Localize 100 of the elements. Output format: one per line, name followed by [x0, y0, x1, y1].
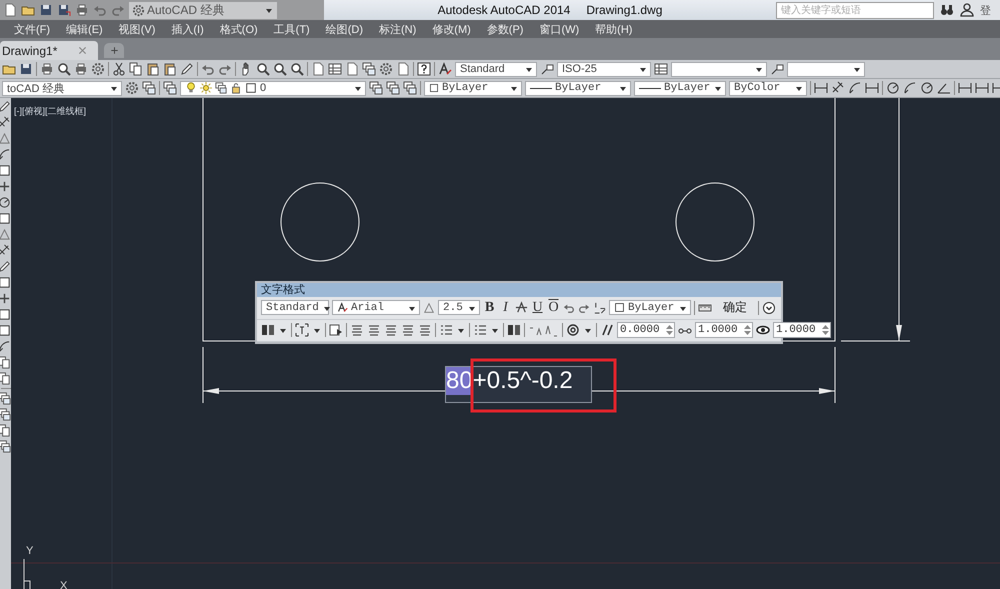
- menu-item[interactable]: 格式(O): [212, 22, 266, 36]
- workspace-dropdown[interactable]: AutoCAD 经典: [129, 2, 277, 18]
- paste-icon[interactable]: [146, 62, 160, 76]
- aligned-icon[interactable]: [0, 116, 11, 129]
- layers-icon[interactable]: [362, 62, 376, 76]
- tracking-field[interactable]: 1.0000: [695, 322, 753, 338]
- clipboard-icon[interactable]: [163, 62, 177, 76]
- menu-item[interactable]: 文件(F): [6, 22, 58, 36]
- workspace-dropdown[interactable]: toCAD 经典: [2, 80, 122, 96]
- login-link[interactable]: 登: [980, 2, 991, 18]
- layers-icon[interactable]: [386, 81, 400, 95]
- viewport-label[interactable]: [-][俯视][二维线框]: [14, 105, 86, 118]
- overline-button[interactable]: O: [547, 300, 560, 315]
- baseline-icon[interactable]: [975, 81, 989, 95]
- layers-icon[interactable]: [163, 81, 177, 95]
- aligned-icon[interactable]: [0, 244, 11, 257]
- redo-icon[interactable]: [218, 62, 232, 76]
- oblique-icon[interactable]: [600, 323, 614, 338]
- menu-item[interactable]: 标注(N): [371, 22, 424, 36]
- menu-item[interactable]: 视图(V): [110, 22, 164, 36]
- copy-icon[interactable]: [0, 372, 11, 385]
- multileader-style-dropdown[interactable]: [787, 62, 865, 76]
- oblique-angle-field[interactable]: 0.0000: [617, 322, 675, 338]
- subscript-icon[interactable]: [545, 323, 559, 338]
- copy-icon[interactable]: [0, 424, 11, 437]
- printer-icon[interactable]: [75, 3, 89, 17]
- color-dropdown[interactable]: ByLayer: [609, 300, 691, 316]
- layers-icon[interactable]: [142, 81, 156, 95]
- underline-button[interactable]: U: [531, 300, 544, 315]
- menu-item[interactable]: 工具(T): [266, 22, 318, 36]
- text-height-dropdown[interactable]: 2.5: [438, 300, 480, 316]
- linetype-dropdown[interactable]: ByLayer: [525, 80, 631, 96]
- color-dropdown[interactable]: ByLayer: [424, 80, 522, 96]
- table-style-icon[interactable]: [654, 62, 668, 76]
- strikethrough-icon[interactable]: [515, 301, 528, 314]
- align-icon[interactable]: [418, 323, 432, 338]
- undo-icon[interactable]: [201, 62, 215, 76]
- arc-icon[interactable]: [0, 148, 11, 161]
- radius-icon[interactable]: [886, 81, 900, 95]
- document-icon[interactable]: [311, 62, 325, 76]
- plus-icon[interactable]: [0, 180, 11, 193]
- align-icon[interactable]: [401, 323, 415, 338]
- columns-icon[interactable]: [261, 323, 275, 338]
- save-icon[interactable]: [39, 3, 53, 17]
- new-file-icon[interactable]: [3, 3, 17, 17]
- copy-icon[interactable]: [0, 356, 11, 369]
- menu-item[interactable]: 参数(P): [478, 22, 532, 36]
- arc-length-icon[interactable]: [848, 81, 862, 95]
- printer-icon[interactable]: [74, 62, 88, 76]
- cut-icon[interactable]: [112, 62, 126, 76]
- menu-item[interactable]: 修改(M): [424, 22, 479, 36]
- plot-style-dropdown[interactable]: ByColor: [729, 80, 807, 96]
- help-icon[interactable]: [417, 62, 431, 76]
- align-icon[interactable]: [367, 323, 381, 338]
- save-icon[interactable]: [19, 62, 33, 76]
- printer-icon[interactable]: [40, 62, 54, 76]
- line-spacing-icon[interactable]: [439, 323, 453, 338]
- style-dropdown[interactable]: Standard: [261, 300, 329, 316]
- text-box-icon[interactable]: [329, 323, 343, 338]
- options-icon[interactable]: [762, 300, 776, 315]
- undo-icon[interactable]: [563, 302, 575, 314]
- layers-icon[interactable]: [403, 81, 417, 95]
- plus-icon[interactable]: [0, 292, 11, 305]
- gear-icon[interactable]: [125, 81, 139, 95]
- multileader-style-icon[interactable]: [770, 62, 784, 76]
- menu-item[interactable]: 窗口(W): [531, 22, 588, 36]
- layers-icon[interactable]: [0, 408, 11, 421]
- save-as-icon[interactable]: [57, 3, 71, 17]
- text-style-dropdown[interactable]: Standard: [455, 62, 537, 76]
- menu-item[interactable]: 帮助(H): [587, 22, 640, 36]
- arc-icon[interactable]: [903, 81, 917, 95]
- document-icon[interactable]: [345, 62, 359, 76]
- table-icon[interactable]: [328, 62, 342, 76]
- align-icon[interactable]: [384, 323, 398, 338]
- copy-icon[interactable]: [129, 62, 143, 76]
- linear-dimension-icon[interactable]: [814, 81, 828, 95]
- aligned-dimension-icon[interactable]: [831, 81, 845, 95]
- linear-dimension-icon[interactable]: [958, 81, 972, 95]
- zoom-icon[interactable]: [273, 62, 287, 76]
- dimension-style-dropdown[interactable]: ISO-25: [557, 62, 651, 76]
- menu-item[interactable]: 插入(I): [163, 22, 212, 36]
- layers-icon[interactable]: [0, 392, 11, 405]
- frame-icon[interactable]: [295, 323, 309, 338]
- numbering-icon[interactable]: [473, 323, 487, 338]
- width-factor-field[interactable]: 1.0000: [773, 322, 831, 338]
- zoom-icon[interactable]: [256, 62, 270, 76]
- lineweight-dropdown[interactable]: ByLayer: [634, 80, 726, 96]
- spinner-icon[interactable]: [821, 323, 830, 338]
- gear-icon[interactable]: [91, 62, 105, 76]
- search-field[interactable]: 键入关键字或短语: [776, 2, 934, 18]
- font-dropdown[interactable]: Arial: [332, 300, 420, 316]
- layer-dropdown[interactable]: 0: [180, 80, 366, 96]
- user-icon[interactable]: [960, 3, 974, 17]
- text-style-icon[interactable]: [438, 62, 452, 76]
- layers-icon[interactable]: [0, 440, 11, 453]
- new-tab-button[interactable]: [104, 43, 124, 58]
- align-icon[interactable]: [350, 323, 364, 338]
- binoculars-icon[interactable]: [940, 3, 954, 17]
- angle-icon[interactable]: [937, 81, 951, 95]
- pencil-icon[interactable]: [180, 62, 194, 76]
